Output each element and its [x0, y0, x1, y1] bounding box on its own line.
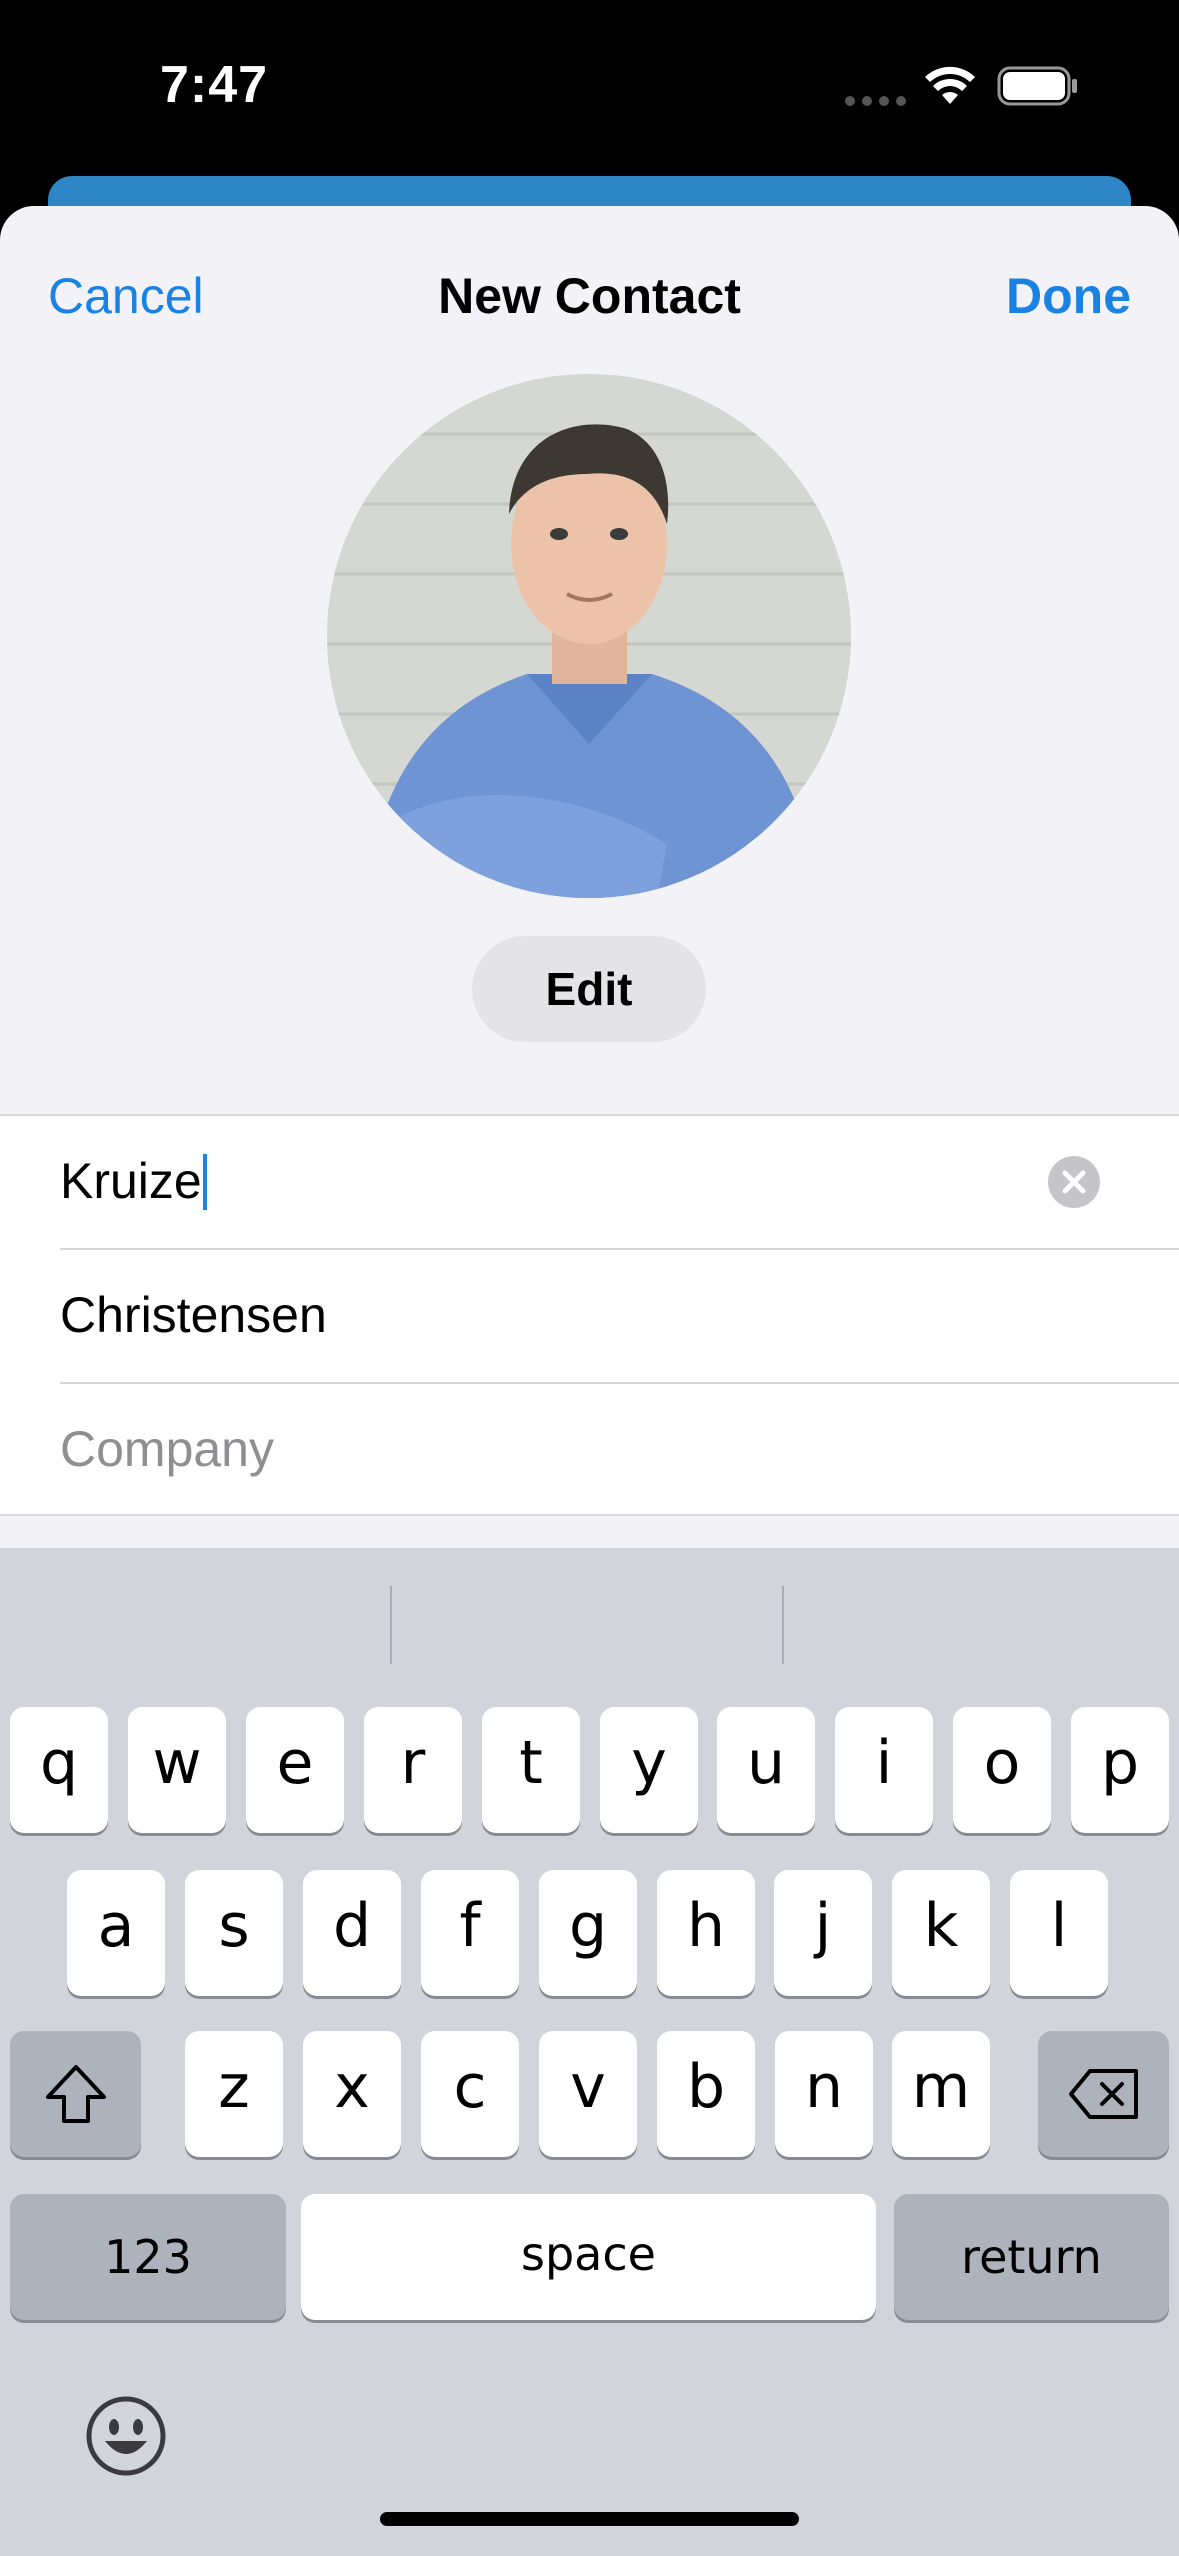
sheet-title: New Contact	[438, 268, 741, 324]
clear-text-icon[interactable]	[1048, 1156, 1100, 1208]
key-e[interactable]: e	[246, 1707, 344, 1833]
key-d[interactable]: d	[303, 1870, 401, 1996]
text-caret	[202, 1154, 207, 1210]
key-f[interactable]: f	[421, 1870, 519, 1996]
key-r[interactable]: r	[364, 1707, 462, 1833]
suggestion-divider	[390, 1586, 392, 1664]
key-x[interactable]: x	[303, 2031, 401, 2157]
key-k[interactable]: k	[892, 1870, 990, 1996]
key-a[interactable]: a	[67, 1870, 165, 1996]
company-row[interactable]: Company	[60, 1384, 1179, 1516]
contact-photo[interactable]	[327, 374, 851, 898]
status-bar: 7:47	[0, 0, 1179, 175]
delete-key[interactable]	[1038, 2031, 1169, 2157]
home-indicator	[380, 2512, 799, 2526]
shift-key[interactable]	[10, 2031, 141, 2157]
company-field[interactable]: Company	[60, 1416, 274, 1482]
contact-form: Kruize Christensen Company	[0, 1114, 1179, 1516]
key-s[interactable]: s	[185, 1870, 283, 1996]
key-h[interactable]: h	[657, 1870, 755, 1996]
key-w[interactable]: w	[128, 1707, 226, 1833]
emoji-icon[interactable]	[85, 2395, 167, 2477]
cancel-button[interactable]: Cancel	[48, 264, 204, 328]
key-n[interactable]: n	[775, 2031, 873, 2157]
edit-photo-button[interactable]: Edit	[472, 936, 706, 1042]
key-m[interactable]: m	[892, 2031, 990, 2157]
key-l[interactable]: l	[1010, 1870, 1108, 1996]
key-p[interactable]: p	[1071, 1707, 1169, 1833]
key-z[interactable]: z	[185, 2031, 283, 2157]
suggestion-divider	[782, 1586, 784, 1664]
last-name-field[interactable]: Christensen	[60, 1282, 327, 1348]
key-j[interactable]: j	[774, 1870, 872, 1996]
contact-photo-image	[327, 374, 851, 898]
key-v[interactable]: v	[539, 2031, 637, 2157]
wifi-icon	[925, 66, 975, 104]
key-q[interactable]: q	[10, 1707, 108, 1833]
key-y[interactable]: y	[600, 1707, 698, 1833]
last-name-row[interactable]: Christensen	[60, 1250, 1179, 1382]
delete-icon	[1068, 2069, 1138, 2119]
numbers-key[interactable]: 123	[10, 2194, 286, 2320]
first-name-field[interactable]: Kruize	[60, 1148, 207, 1214]
key-i[interactable]: i	[835, 1707, 933, 1833]
key-b[interactable]: b	[657, 2031, 755, 2157]
status-time: 7:47	[160, 56, 269, 114]
done-button[interactable]: Done	[1006, 264, 1131, 328]
key-t[interactable]: t	[482, 1707, 580, 1833]
shift-icon	[45, 2065, 106, 2123]
key-o[interactable]: o	[953, 1707, 1051, 1833]
return-key[interactable]: return	[894, 2194, 1169, 2320]
cellular-signal-icon	[845, 96, 907, 106]
first-name-value: Kruize	[60, 1153, 202, 1209]
key-u[interactable]: u	[717, 1707, 815, 1833]
first-name-row[interactable]: Kruize	[60, 1116, 1179, 1248]
key-g[interactable]: g	[539, 1870, 637, 1996]
space-key[interactable]: space	[301, 2194, 876, 2320]
battery-icon	[997, 66, 1077, 106]
key-c[interactable]: c	[421, 2031, 519, 2157]
